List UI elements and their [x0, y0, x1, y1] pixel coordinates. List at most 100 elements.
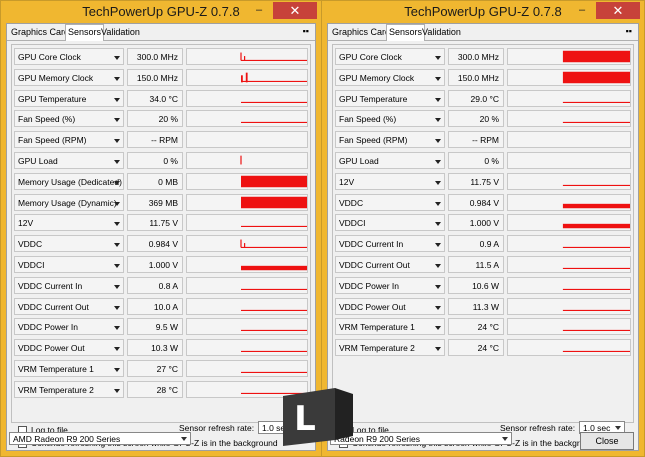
- sensor-name-select[interactable]: VDDC Power In: [335, 276, 445, 294]
- sensor-graph: [186, 131, 308, 149]
- sensor-name: VDDC: [18, 239, 43, 250]
- sensor-row: VDDC Current In 0.8 A: [14, 276, 308, 296]
- sensor-name: Memory Usage (Dynamic): [18, 197, 117, 208]
- title-bar[interactable]: TechPowerUp GPU-Z 0.7.8 – ✕: [322, 1, 644, 23]
- lr-logo-icon: L: [283, 388, 353, 446]
- sensor-graph: [186, 172, 308, 190]
- sensor-name-select[interactable]: VRM Temperature 2: [335, 339, 445, 357]
- sensor-name-select[interactable]: GPU Load: [14, 152, 124, 169]
- sensor-name-select[interactable]: 12V: [14, 214, 124, 232]
- sensor-name: VDDC Current In: [339, 239, 404, 250]
- sensor-graph: [507, 235, 631, 253]
- sensor-graph: [507, 131, 631, 149]
- close-button[interactable]: Close: [580, 432, 634, 450]
- sensor-name-select[interactable]: VDDCI: [335, 214, 445, 232]
- sensor-name: VRM Temperature 2: [339, 343, 415, 354]
- sensor-name-select[interactable]: VDDCI: [14, 256, 124, 273]
- close-window-button[interactable]: ✕: [273, 2, 317, 19]
- chevron-down-icon: [181, 437, 187, 441]
- minimize-button[interactable]: –: [574, 4, 590, 18]
- sensor-name: VDDC: [339, 197, 364, 208]
- sensor-graph: [507, 110, 631, 128]
- tab-graphics-card[interactable]: Graphics Card: [9, 25, 71, 39]
- sensor-value: 10.3 W: [127, 339, 183, 357]
- sensor-name-select[interactable]: VDDC Power In: [14, 318, 124, 336]
- sensor-graph: [507, 214, 631, 232]
- sensor-graph: [186, 360, 308, 377]
- chevron-down-icon: [435, 347, 441, 352]
- chevron-down-icon: [114, 284, 120, 289]
- sensor-name-select[interactable]: VDDC: [335, 193, 445, 211]
- chevron-down-icon: [435, 180, 441, 185]
- sensor-name-select[interactable]: GPU Core Clock: [14, 48, 124, 65]
- tab-validation[interactable]: Validation: [420, 25, 463, 39]
- sensor-name: GPU Memory Clock: [339, 72, 415, 83]
- sensor-graph: [186, 68, 308, 86]
- sensor-name-select[interactable]: 12V: [335, 172, 445, 190]
- sensor-name: VDDC Power In: [18, 322, 78, 333]
- sensor-name-select[interactable]: VDDC Current Out: [14, 297, 124, 315]
- minimize-button[interactable]: –: [251, 4, 267, 18]
- sensor-name-select[interactable]: Fan Speed (RPM): [335, 131, 445, 149]
- sensor-name-select[interactable]: VDDC: [14, 235, 124, 253]
- chevron-down-icon: [435, 139, 441, 144]
- sensor-name-select[interactable]: GPU Memory Clock: [335, 68, 445, 86]
- sensor-graph: [507, 193, 631, 211]
- sensor-row: Fan Speed (%) 20 %: [335, 110, 631, 129]
- title-bar[interactable]: TechPowerUp GPU-Z 0.7.8 – ✕: [1, 1, 321, 23]
- sensor-graph: [507, 339, 631, 357]
- chevron-down-icon: [114, 347, 120, 352]
- sensor-value: 369 MB: [127, 193, 183, 211]
- sensor-name-select[interactable]: GPU Temperature: [335, 89, 445, 107]
- sensor-name: GPU Temperature: [339, 93, 408, 104]
- sensor-graph: [186, 318, 308, 336]
- sensor-graph: [507, 152, 631, 169]
- sensor-name-select[interactable]: VDDC Current In: [335, 235, 445, 253]
- tab-graphics-card[interactable]: Graphics Card: [330, 25, 392, 39]
- sensor-row: VRM Temperature 1 24 °C: [335, 318, 631, 337]
- sensor-name-select[interactable]: GPU Load: [335, 152, 445, 169]
- sensor-name-select[interactable]: GPU Temperature: [14, 89, 124, 107]
- sensor-value: 20 %: [127, 110, 183, 128]
- sensor-value: 1.000 V: [127, 256, 183, 273]
- sensor-name-select[interactable]: VDDC Current In: [14, 276, 124, 294]
- sensor-name-select[interactable]: GPU Core Clock: [335, 48, 445, 65]
- menu-icon[interactable]: ▪▪: [626, 26, 632, 36]
- sensor-name-select[interactable]: Memory Usage (Dynamic): [14, 193, 124, 211]
- sensor-name-select[interactable]: Fan Speed (%): [335, 110, 445, 128]
- chevron-down-icon: [114, 222, 120, 227]
- sensor-row: VDDC Current Out 10.0 A: [14, 297, 308, 317]
- sensor-name-select[interactable]: VRM Temperature 1: [335, 318, 445, 336]
- sensor-name: VDDC Power In: [339, 280, 399, 291]
- sensor-row: VDDCI 1.000 V: [14, 256, 308, 275]
- sensor-name-select[interactable]: GPU Memory Clock: [14, 68, 124, 86]
- sensor-name-select[interactable]: VRM Temperature 2: [14, 380, 124, 398]
- sensor-value: 20 %: [448, 110, 504, 128]
- sensor-row: VDDC Power In 9.5 W: [14, 318, 308, 337]
- sensor-row: VDDC Current Out 11.5 A: [335, 256, 631, 275]
- sensor-row: Memory Usage (Dedicated) 0 MB: [14, 172, 308, 192]
- sensor-name: VDDC Power Out: [339, 301, 406, 312]
- sensor-row: GPU Core Clock 300.0 MHz: [335, 48, 631, 67]
- chevron-down-icon: [114, 139, 120, 144]
- sensor-value: 28 °C: [127, 380, 183, 398]
- sensor-name-select[interactable]: VDDC Power Out: [14, 339, 124, 357]
- sensor-name-select[interactable]: Fan Speed (%): [14, 110, 124, 128]
- tab-validation[interactable]: Validation: [99, 25, 142, 39]
- gpu-select-value: AMD Radeon R9 200 Series: [13, 434, 121, 444]
- sensor-name-select[interactable]: VRM Temperature 1: [14, 360, 124, 377]
- sensor-graph: [507, 68, 631, 86]
- sensor-name-select[interactable]: VDDC Power Out: [335, 297, 445, 315]
- close-window-button[interactable]: ✕: [596, 2, 640, 19]
- gpu-select[interactable]: AMD Radeon R9 200 Series: [9, 432, 191, 445]
- sensor-name-select[interactable]: VDDC Current Out: [335, 256, 445, 273]
- sensor-name-select[interactable]: Memory Usage (Dedicated): [14, 172, 124, 190]
- sensor-name-select[interactable]: Fan Speed (RPM): [14, 131, 124, 149]
- sensor-graph: [186, 297, 308, 315]
- menu-icon[interactable]: ▪▪: [303, 26, 309, 36]
- sensor-value: 0.984 V: [448, 193, 504, 211]
- sensor-name: GPU Load: [339, 156, 379, 166]
- sensor-value: 9.5 W: [127, 318, 183, 336]
- sensor-name: VRM Temperature 1: [339, 322, 415, 333]
- sensor-row: VRM Temperature 2 28 °C: [14, 380, 308, 400]
